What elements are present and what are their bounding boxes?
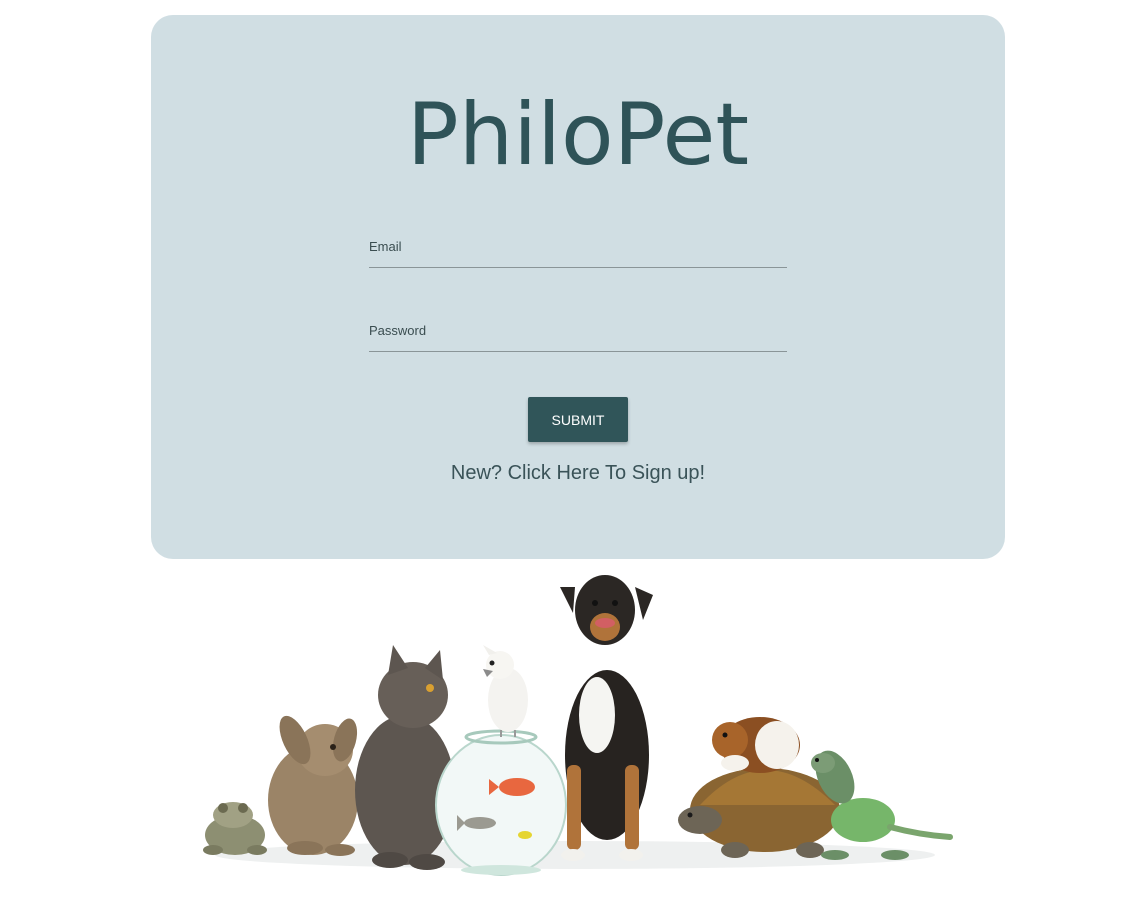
submit-button[interactable]: SUBMIT	[528, 397, 628, 442]
fishbowl-icon	[435, 729, 567, 876]
cat-icon	[355, 645, 455, 870]
dog-icon	[560, 575, 653, 861]
email-field[interactable]: Email	[369, 227, 791, 269]
login-card: PhiloPet Email Password SUBMIT New? Clic…	[151, 15, 1005, 559]
pets-illustration	[203, 575, 953, 876]
brand-title: PhiloPet	[406, 85, 750, 185]
password-input[interactable]	[369, 311, 791, 353]
signup-link[interactable]: New? Click Here To Sign up!	[151, 462, 1005, 485]
orange-fish	[499, 778, 535, 796]
password-field[interactable]: Password	[369, 311, 791, 353]
cockatoo-icon	[483, 645, 528, 737]
angelfish	[464, 817, 496, 829]
email-input[interactable]	[369, 227, 791, 269]
rabbit-icon	[268, 715, 358, 856]
frog-icon	[203, 802, 267, 855]
guinea-pig-icon	[712, 717, 800, 773]
